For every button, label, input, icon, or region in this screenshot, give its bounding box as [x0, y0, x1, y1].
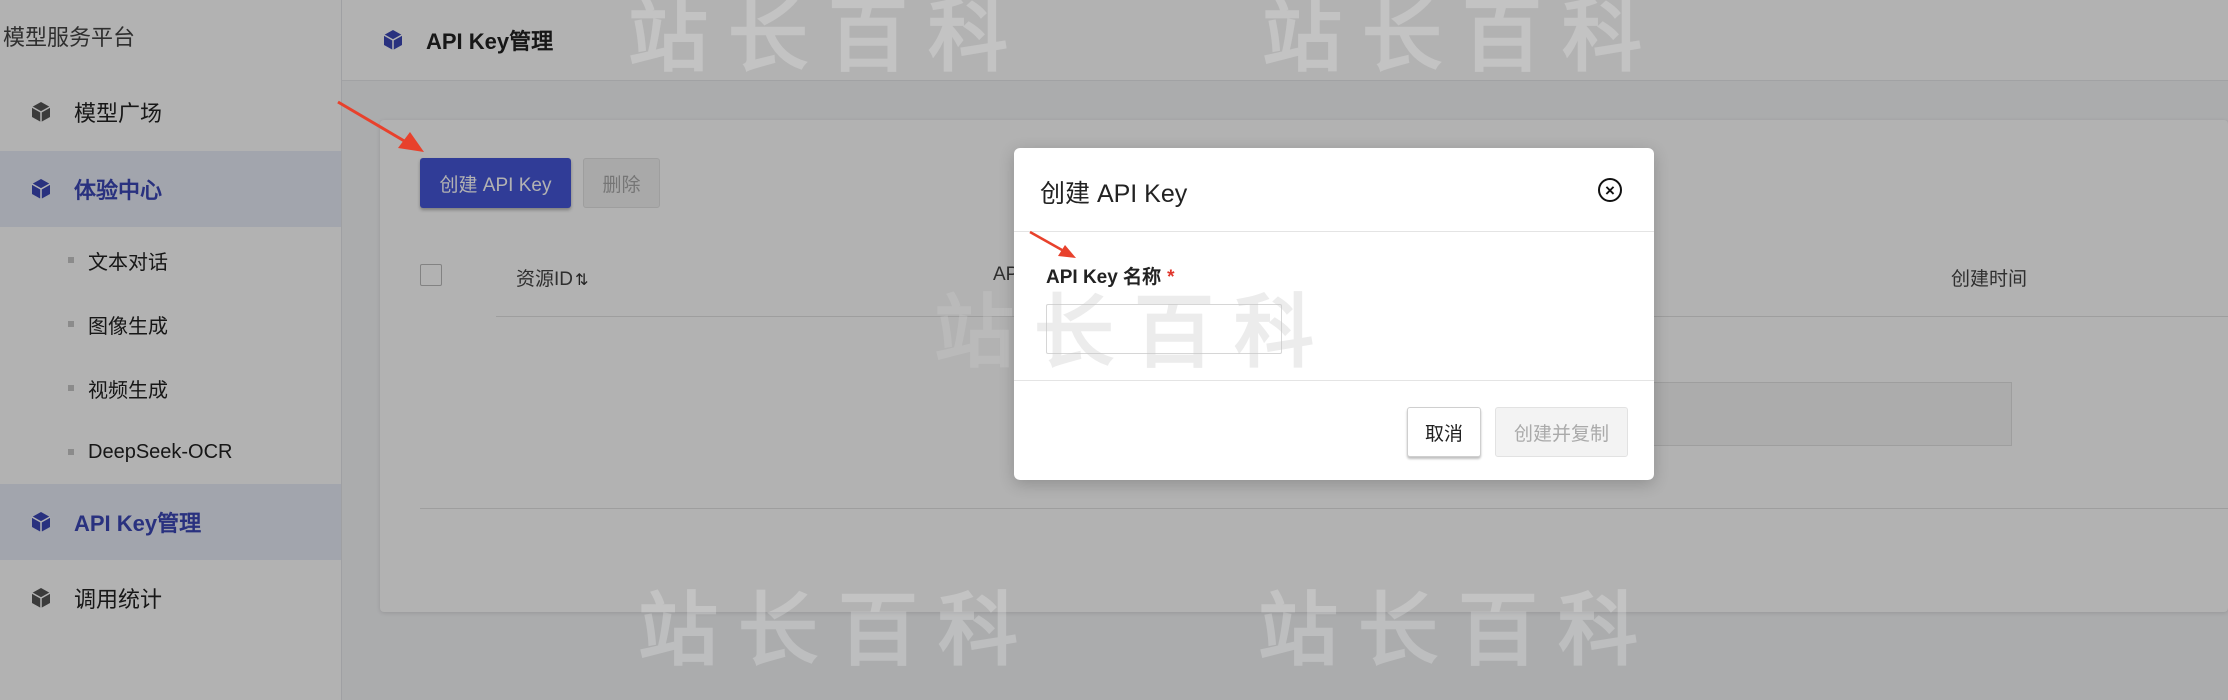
- annotation-arrow-icon: [337, 100, 424, 152]
- watermark: 站长百科: [1258, 584, 1658, 677]
- create-api-key-dialog: 创建 API Key × API Key 名称 * 站长百科 取消 创建并复制: [934, 148, 1654, 480]
- create-and-copy-button[interactable]: 创建并复制: [1495, 407, 1628, 457]
- watermark: 站长百科: [1262, 0, 1662, 83]
- watermark: 站长百科: [628, 0, 1028, 83]
- close-icon[interactable]: ×: [1598, 178, 1622, 202]
- cancel-button[interactable]: 取消: [1407, 407, 1481, 457]
- annotation-arrow-icon: [1029, 230, 1076, 258]
- dialog-title: 创建 API Key: [1040, 180, 1188, 208]
- watermark: 站长百科: [638, 584, 1038, 677]
- dialog-header-divider: [1014, 231, 1654, 232]
- dialog-footer-divider: [1014, 380, 1654, 381]
- watermark: 站长百科: [934, 286, 1334, 379]
